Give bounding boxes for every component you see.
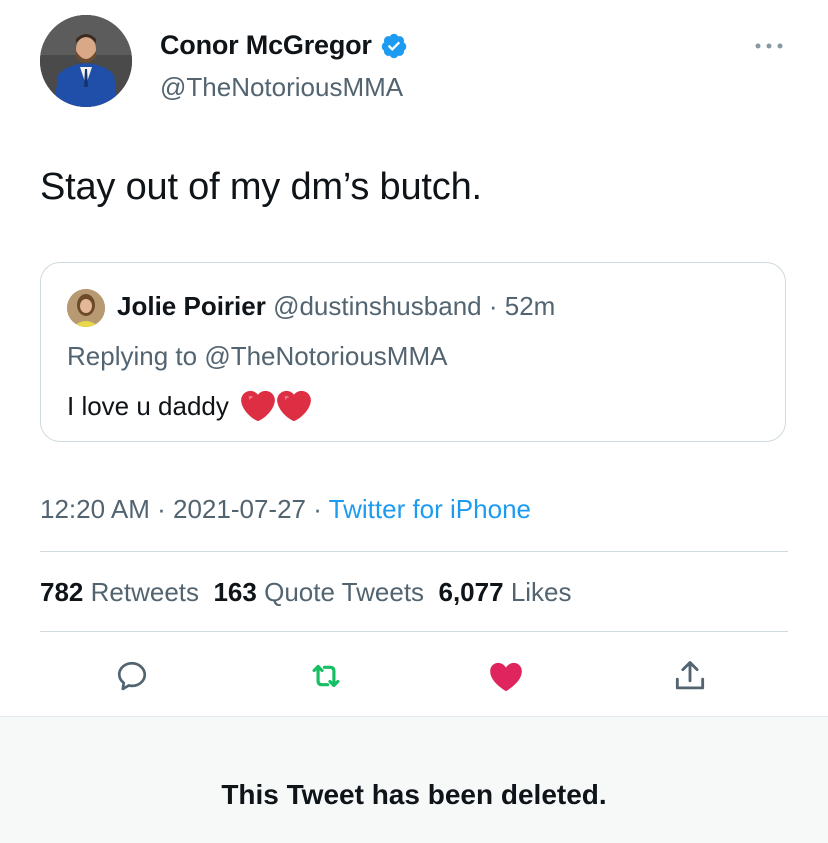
divider <box>40 551 788 552</box>
red-heart-emoji-icon <box>276 390 311 422</box>
tweet-stats: 782 Retweets 163 Quote Tweets 6,077 Like… <box>40 577 572 608</box>
tweet-meta: 12:20 AM · 2021-07-27 · Twitter for iPho… <box>40 494 531 525</box>
deleted-tweet-banner: This Tweet has been deleted. <box>0 716 828 843</box>
author-avatar[interactable] <box>40 15 132 107</box>
tweet-time[interactable]: 12:20 AM <box>40 494 150 524</box>
retweets-count: 782 <box>40 577 84 607</box>
quotes-count: 163 <box>213 577 257 607</box>
quoted-display-name[interactable]: Jolie Poirier <box>117 291 266 321</box>
meta-separator: · <box>157 494 166 524</box>
quotes-label: Quote Tweets <box>264 577 425 607</box>
retweets-label: Retweets <box>90 577 200 607</box>
reply-icon <box>117 661 147 691</box>
quoted-separator: · <box>488 291 498 321</box>
tweet-source-link[interactable]: Twitter for iPhone <box>329 494 531 524</box>
more-options-icon[interactable] <box>753 38 785 54</box>
quoted-text-row: I love u daddy <box>67 389 311 423</box>
quoted-tweet[interactable]: Jolie Poirier @dustinshusband · 52m Repl… <box>40 262 786 442</box>
share-button[interactable] <box>670 656 710 696</box>
heart-filled-icon <box>490 662 522 692</box>
tweet-date[interactable]: 2021-07-27 <box>173 494 306 524</box>
replying-to: Replying to @TheNotoriousMMA <box>67 341 447 372</box>
replying-to-handle[interactable]: @TheNotoriousMMA <box>204 341 447 371</box>
quoted-author-avatar[interactable] <box>67 289 105 327</box>
retweet-icon <box>312 664 340 688</box>
quoted-text: I love u daddy <box>67 390 229 421</box>
retweets-stat[interactable]: 782 Retweets <box>40 577 199 607</box>
tweet-card: Conor McGregor @TheNotoriousMMA Stay out… <box>0 0 828 716</box>
red-heart-emoji-icon <box>240 390 275 422</box>
retweet-button[interactable] <box>306 656 346 696</box>
quoted-header: Jolie Poirier @dustinshusband · 52m <box>117 291 555 322</box>
tweet-text: Stay out of my dm’s butch. <box>40 166 482 208</box>
like-button[interactable] <box>486 656 526 696</box>
verified-badge-icon <box>381 33 406 58</box>
quoted-age: 52m <box>504 291 556 321</box>
profile-photo-icon <box>67 289 105 327</box>
divider <box>40 631 788 632</box>
share-icon <box>675 661 705 690</box>
quoted-handle[interactable]: @dustinshusband <box>273 291 482 321</box>
reply-button[interactable] <box>112 656 152 696</box>
replying-to-prefix: Replying to <box>67 341 205 371</box>
author-handle[interactable]: @TheNotoriousMMA <box>160 72 403 103</box>
likes-count: 6,077 <box>438 577 504 607</box>
likes-label: Likes <box>510 577 572 607</box>
meta-separator: · <box>313 494 322 524</box>
quotes-stat[interactable]: 163 Quote Tweets <box>213 577 424 607</box>
profile-photo-icon <box>40 15 132 107</box>
author-display-name[interactable]: Conor McGregor <box>160 30 372 61</box>
likes-stat[interactable]: 6,077 Likes <box>439 577 572 607</box>
author-name-row: Conor McGregor <box>160 30 408 61</box>
deleted-tweet-message: This Tweet has been deleted. <box>221 779 607 810</box>
